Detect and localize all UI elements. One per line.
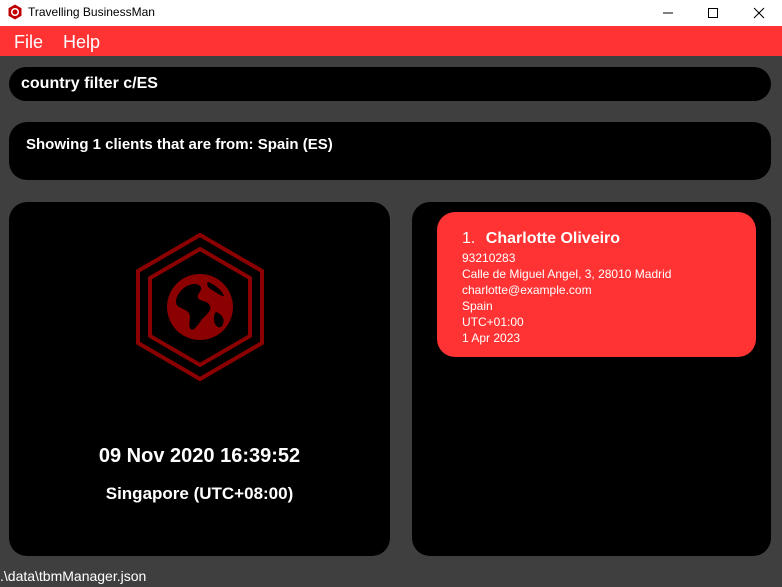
menu-help[interactable]: Help [63,32,100,53]
result-message: Showing 1 clients that are from: Spain (… [26,136,333,153]
client-last-modified: 1 Apr 2023 [462,331,521,345]
clock-datetime: 09 Nov 2020 16:39:52 [98,445,301,467]
minimize-button[interactable] [645,0,691,26]
command-text: country filter c/ES [21,75,158,92]
clock-timezone: Singapore (UTC+08:00) [105,484,294,503]
client-phone: 93210283 [462,251,516,265]
window-title: Travelling BusinessMan [28,5,155,19]
close-button[interactable] [736,0,782,26]
client-address: Calle de Miguel Angel, 3, 28010 Madrid [462,267,672,281]
minimize-icon [663,12,673,14]
menu-bar: File Help [0,26,782,56]
client-index: 1. [462,230,476,247]
globe-hexagon-logo-icon [136,232,264,382]
menu-file[interactable]: File [14,32,43,53]
client-name-row: 1. Charlotte Oliveiro [462,230,620,248]
title-bar: Travelling BusinessMan [0,0,782,26]
client-list-panel: 1. Charlotte Oliveiro 93210283 Calle de … [412,202,771,556]
client-details: 93210283 Calle de Miguel Angel, 3, 28010… [462,250,671,346]
clock-panel: 09 Nov 2020 16:39:52 Singapore (UTC+08:0… [9,202,390,556]
app-icon [8,4,22,20]
status-bar-file-path: .\data\tbmManager.json [0,568,147,584]
client-email: charlotte@example.com [462,283,592,297]
client-name: Charlotte Oliveiro [485,230,621,247]
maximize-icon [708,8,718,18]
maximize-button[interactable] [690,0,736,26]
result-display: Showing 1 clients that are from: Spain (… [9,122,771,180]
client-timezone: UTC+01:00 [462,315,524,329]
client-country: Spain [462,299,493,313]
close-icon [753,7,765,19]
command-input[interactable]: country filter c/ES [9,67,771,101]
client-card[interactable]: 1. Charlotte Oliveiro 93210283 Calle de … [437,212,756,357]
